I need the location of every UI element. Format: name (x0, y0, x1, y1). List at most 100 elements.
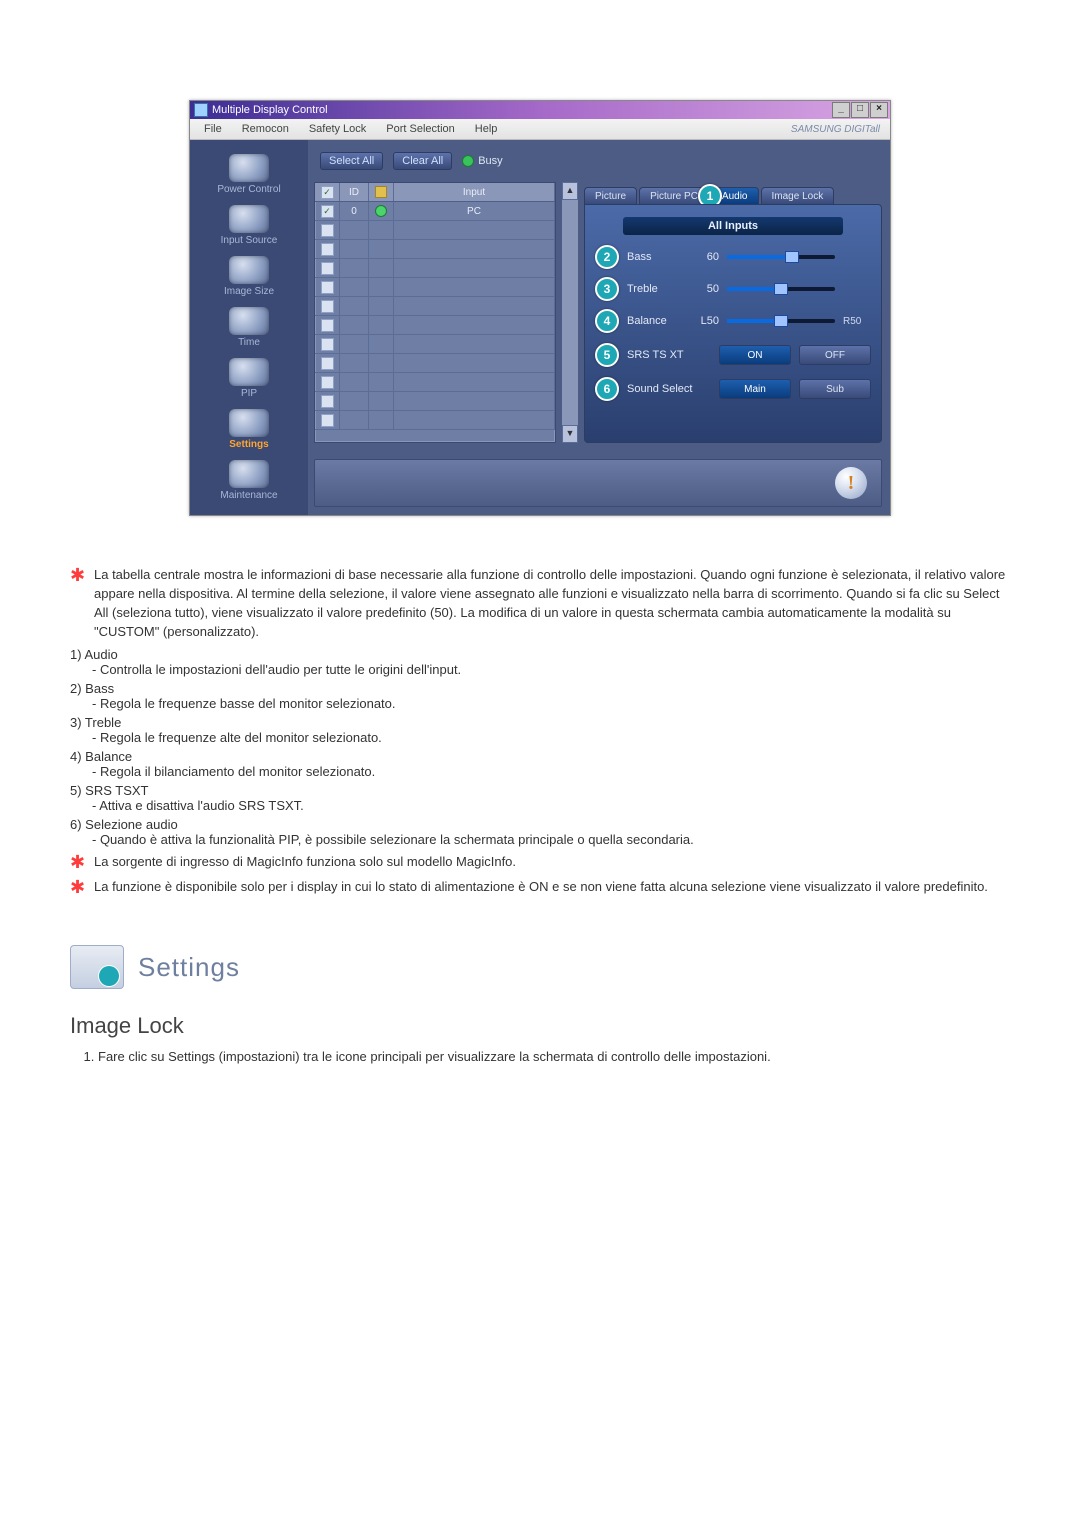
sidebar-item-pip[interactable]: PIP (201, 354, 297, 401)
table-row[interactable] (315, 373, 555, 392)
row-checkbox[interactable] (321, 243, 334, 256)
sub-section-title: Image Lock (70, 1013, 1010, 1039)
table-row[interactable]: ✓0PC (315, 202, 555, 221)
row-checkbox[interactable] (321, 319, 334, 332)
table-row[interactable] (315, 278, 555, 297)
row-status-cell (369, 202, 394, 220)
tab-audio[interactable]: 1 Audio (711, 187, 759, 204)
row-checkbox-cell: ✓ (315, 202, 340, 220)
sidebar-item-label: Input Source (221, 235, 278, 246)
menu-port-selection[interactable]: Port Selection (376, 123, 464, 135)
sidebar-item-image-size[interactable]: Image Size (201, 252, 297, 299)
row-checkbox[interactable]: ✓ (321, 205, 334, 218)
list-item: 3) Treble- Regola le frequenze alte del … (70, 715, 1010, 745)
status-header-icon (375, 186, 387, 198)
row-id-cell (340, 278, 369, 296)
row-checkbox[interactable] (321, 300, 334, 313)
slider-right-label: R50 (843, 316, 871, 327)
row-checkbox[interactable] (321, 224, 334, 237)
select-all-button[interactable]: Select All (320, 152, 383, 170)
note-magicinfo: ✱ La sorgente di ingresso di MagicInfo f… (70, 853, 1010, 872)
list-item: 5) SRS TSXT- Attiva e disattiva l'audio … (70, 783, 1010, 813)
menu-safety-lock[interactable]: Safety Lock (299, 123, 376, 135)
option-button-off[interactable]: OFF (799, 345, 871, 365)
row-input-cell (394, 240, 555, 258)
brand-label: SAMSUNG DIGITall (791, 124, 886, 135)
table-row[interactable] (315, 335, 555, 354)
row-checkbox[interactable] (321, 414, 334, 427)
pip-icon (229, 358, 269, 386)
menu-help[interactable]: Help (465, 123, 508, 135)
row-id-cell (340, 259, 369, 277)
callout-marker-3: 3 (595, 277, 619, 301)
row-checkbox[interactable] (321, 281, 334, 294)
sidebar-item-power-control[interactable]: Power Control (201, 150, 297, 197)
section-header-settings: Settings (70, 945, 1010, 989)
row-input-cell (394, 411, 555, 429)
list-item-title: 2) Bass (70, 681, 1010, 696)
display-grid: ✓ ID Input ✓0PC (314, 182, 556, 443)
busy-label: Busy (478, 155, 502, 167)
option-button-main[interactable]: Main (719, 379, 791, 399)
menu-file[interactable]: File (194, 123, 232, 135)
row-checkbox[interactable] (321, 357, 334, 370)
table-row[interactable] (315, 221, 555, 240)
row-input-cell: PC (394, 202, 555, 220)
row-checkbox[interactable] (321, 338, 334, 351)
callout-marker-6: 6 (595, 377, 619, 401)
sidebar-item-settings[interactable]: Settings (201, 405, 297, 452)
sidebar-item-label: Settings (229, 439, 268, 450)
row-checkbox[interactable] (321, 376, 334, 389)
info-icon: ! (835, 467, 867, 499)
slider-fill (727, 287, 781, 291)
menu-remocon[interactable]: Remocon (232, 123, 299, 135)
maximize-button[interactable]: □ (851, 102, 869, 118)
tab-picture[interactable]: Picture (584, 187, 637, 204)
tab-image-lock[interactable]: Image Lock (761, 187, 835, 204)
row-status-cell (369, 335, 394, 353)
slider-value: 50 (689, 283, 719, 295)
checkbox-icon[interactable]: ✓ (321, 186, 334, 199)
clear-all-button[interactable]: Clear All (393, 152, 452, 170)
table-row[interactable] (315, 392, 555, 411)
grid-scrollbar[interactable]: ▲ ▼ (562, 182, 578, 443)
row-checkbox-cell (315, 221, 340, 239)
slider-track[interactable] (727, 287, 835, 291)
option-row-label: SRS TS XT (627, 349, 711, 361)
list-item: 6) Selezione audio- Quando è attiva la f… (70, 817, 1010, 847)
table-row[interactable] (315, 411, 555, 430)
list-item-sub: - Regola le frequenze alte del monitor s… (92, 730, 1010, 745)
row-checkbox[interactable] (321, 262, 334, 275)
slider-track[interactable] (727, 255, 835, 259)
grid-header: ✓ ID Input (315, 183, 555, 202)
slider-thumb[interactable] (785, 251, 799, 263)
slider-thumb[interactable] (774, 283, 788, 295)
slider-track[interactable] (727, 319, 835, 323)
option-button-sub[interactable]: Sub (799, 379, 871, 399)
slider-thumb[interactable] (774, 315, 788, 327)
row-id-cell (340, 411, 369, 429)
option-button-on[interactable]: ON (719, 345, 791, 365)
callout-marker-4: 4 (595, 309, 619, 333)
close-button[interactable]: × (870, 102, 888, 118)
sidebar-item-input-source[interactable]: Input Source (201, 201, 297, 248)
option-row-label: Sound Select (627, 383, 711, 395)
scroll-up-button[interactable]: ▲ (562, 182, 578, 200)
minimize-button[interactable]: _ (832, 102, 850, 118)
table-row[interactable] (315, 316, 555, 335)
input-source-icon (229, 205, 269, 233)
table-row[interactable] (315, 259, 555, 278)
table-row[interactable] (315, 240, 555, 259)
sidebar-item-time[interactable]: Time (201, 303, 297, 350)
list-item-sub: - Controlla le impostazioni dell'audio p… (92, 662, 1010, 677)
row-checkbox[interactable] (321, 395, 334, 408)
table-row[interactable] (315, 354, 555, 373)
row-status-cell (369, 354, 394, 372)
list-item-sub: - Attiva e disattiva l'audio SRS TSXT. (92, 798, 1010, 813)
row-status-cell (369, 392, 394, 410)
table-row[interactable] (315, 297, 555, 316)
row-status-cell (369, 297, 394, 315)
slider-fill (727, 319, 781, 323)
scroll-down-button[interactable]: ▼ (562, 425, 578, 443)
sidebar-item-maintenance[interactable]: Maintenance (201, 456, 297, 503)
